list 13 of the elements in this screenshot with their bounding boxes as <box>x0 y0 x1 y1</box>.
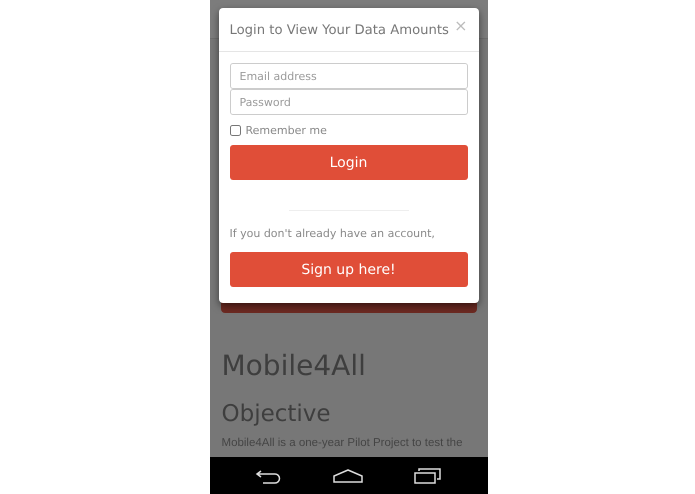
password-field[interactable]: Password <box>230 89 468 115</box>
login-button[interactable]: Login <box>230 145 468 180</box>
dialog-title: Login to View Your Data Amounts <box>230 22 449 38</box>
back-icon[interactable] <box>254 468 283 484</box>
page-heading: Mobile4All <box>222 350 367 382</box>
recent-apps-icon[interactable] <box>414 468 442 484</box>
signup-prompt: If you don't already have an account, <box>230 227 436 240</box>
signup-button[interactable]: Sign up here! <box>230 252 468 287</box>
email-field[interactable]: Email address <box>230 63 468 89</box>
home-icon[interactable] <box>333 468 364 482</box>
remember-checkbox[interactable] <box>230 125 240 136</box>
remember-label: Remember me <box>246 124 327 137</box>
section-heading: Objective <box>222 400 332 428</box>
